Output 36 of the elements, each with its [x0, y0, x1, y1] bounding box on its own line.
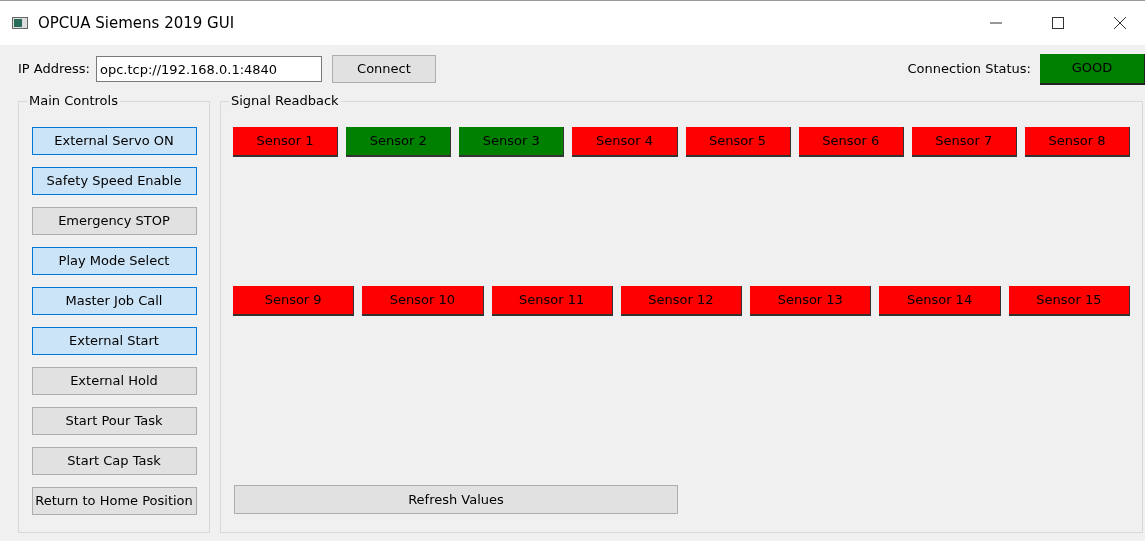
- close-icon[interactable]: [1113, 16, 1127, 30]
- sensor-indicator: Sensor 7: [911, 127, 1017, 157]
- sensor-indicator: Sensor 15: [1008, 286, 1130, 316]
- connect-button[interactable]: Connect: [331, 55, 436, 83]
- window-title: OPCUA Siemens 2019 GUI: [38, 12, 235, 34]
- refresh-values-button[interactable]: Refresh Values: [234, 485, 678, 514]
- control-button[interactable]: Master Job Call: [31, 287, 197, 315]
- sensor-indicator: Sensor 11: [491, 286, 613, 316]
- group-title: Signal Readback: [229, 93, 341, 109]
- app-icon: [12, 17, 28, 29]
- sensor-indicator: Sensor 13: [750, 286, 872, 316]
- ip-address-field[interactable]: opc.tcp://192.168.0.1:4840: [95, 56, 322, 82]
- control-button[interactable]: Return to Home Position: [31, 487, 197, 515]
- sensor-indicator: Sensor 12: [620, 286, 743, 316]
- connection-status-indicator: GOOD: [1040, 53, 1145, 85]
- control-button[interactable]: External Servo ON: [31, 127, 197, 155]
- control-button[interactable]: Play Mode Select: [31, 247, 197, 275]
- sensor-indicator: Sensor 1: [233, 127, 339, 157]
- sensor-indicator: Sensor 14: [879, 286, 1001, 316]
- sensor-indicator: Sensor 3: [459, 127, 565, 157]
- control-button[interactable]: External Start: [31, 327, 197, 355]
- control-button[interactable]: External Hold: [31, 367, 197, 395]
- sensor-indicator: Sensor 8: [1024, 127, 1130, 157]
- sensor-indicator: Sensor 10: [362, 286, 484, 316]
- control-button[interactable]: Emergency STOP: [31, 207, 197, 235]
- maximize-icon[interactable]: [1051, 16, 1065, 30]
- control-button[interactable]: Safety Speed Enable: [31, 167, 197, 195]
- ip-address-label: IP Address:: [18, 60, 90, 79]
- control-button[interactable]: Start Cap Task: [31, 447, 197, 475]
- sensor-indicator: Sensor 9: [233, 286, 355, 316]
- sensor-indicator: Sensor 6: [798, 127, 904, 157]
- sensor-indicator: Sensor 5: [685, 127, 791, 157]
- control-button[interactable]: Start Pour Task: [31, 407, 197, 435]
- sensor-indicator: Sensor 2: [346, 127, 452, 157]
- connection-status-label: Connection Status:: [907, 60, 1031, 79]
- sensor-indicator: Sensor 4: [572, 127, 678, 157]
